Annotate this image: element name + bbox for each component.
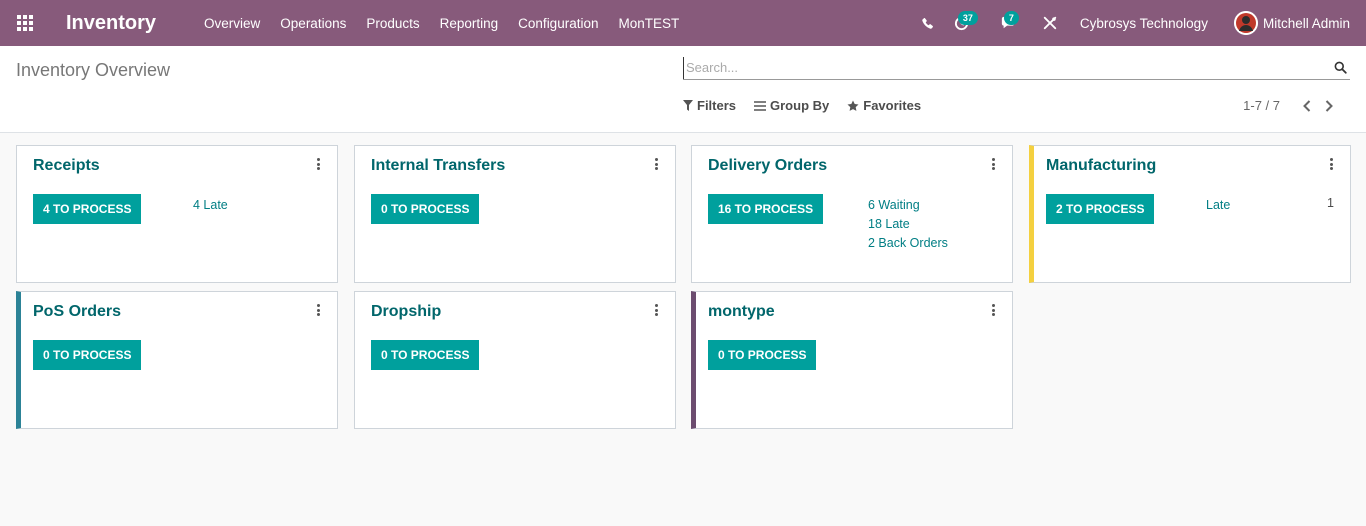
main-menu: Overview Operations Products Reporting C… <box>204 16 699 31</box>
card-stats: 4 Late <box>193 196 228 215</box>
card-stats: Late <box>1206 196 1230 215</box>
card-dropdown-button[interactable] <box>651 157 661 171</box>
card-dropdown-button[interactable] <box>988 303 998 317</box>
dots-vertical-icon <box>654 158 658 161</box>
systray: 37 7 Cybrosys Technology Mitchell Admin <box>910 0 1366 46</box>
filters-label: Filters <box>697 98 737 113</box>
grid-icon <box>17 15 33 31</box>
menu-configuration[interactable]: Configuration <box>518 16 598 31</box>
user-name: Mitchell Admin <box>1262 15 1350 31</box>
kanban-card-montype[interactable]: montype 0 TO PROCESS <box>691 291 1013 429</box>
card-title[interactable]: Manufacturing <box>1046 157 1156 175</box>
top-navbar: Inventory Overview Operations Products R… <box>0 0 1366 46</box>
card-title[interactable]: PoS Orders <box>33 303 121 321</box>
card-dropdown-button[interactable] <box>651 303 661 317</box>
dots-vertical-icon <box>1329 158 1333 161</box>
search-options: Filters Group By Favorites <box>683 98 939 113</box>
card-dropdown-button[interactable] <box>988 157 998 171</box>
menu-reporting[interactable]: Reporting <box>440 16 499 31</box>
kanban-card-delivery-orders[interactable]: Delivery Orders 16 TO PROCESS 6 Waiting … <box>691 145 1013 283</box>
page-title: Inventory Overview <box>16 60 171 80</box>
debug-button[interactable] <box>1038 0 1062 46</box>
kanban-card-dropship[interactable]: Dropship 0 TO PROCESS <box>354 291 676 429</box>
filters-button[interactable]: Filters <box>683 98 736 113</box>
card-title[interactable]: Internal Transfers <box>371 157 505 175</box>
back-orders-link[interactable]: 2 Back Orders <box>868 234 948 253</box>
pager: 1-7 / 7 <box>1243 98 1340 113</box>
chevron-left-icon <box>1303 99 1311 112</box>
menu-montest[interactable]: MonTEST <box>618 16 679 31</box>
app-brand[interactable]: Inventory <box>66 12 156 35</box>
late-link[interactable]: Late <box>1206 196 1230 215</box>
card-title[interactable]: Dropship <box>371 303 441 321</box>
dots-vertical-icon <box>316 304 320 307</box>
user-avatar-icon <box>1233 11 1258 35</box>
dots-vertical-icon <box>991 158 995 161</box>
activity-badge: 37 <box>957 11 978 25</box>
avatar <box>1233 11 1258 35</box>
favorites-button[interactable]: Favorites <box>847 98 921 113</box>
late-link[interactable]: 4 Late <box>193 196 228 215</box>
card-title[interactable]: Receipts <box>33 157 100 175</box>
company-switcher[interactable]: Cybrosys Technology <box>1080 16 1208 31</box>
filter-icon <box>683 100 693 111</box>
card-dropdown-button[interactable] <box>1326 157 1336 171</box>
menu-products[interactable]: Products <box>366 16 419 31</box>
pager-value[interactable]: 1-7 / 7 <box>1243 98 1280 113</box>
tools-icon <box>1043 16 1057 30</box>
group-by-button[interactable]: Group By <box>754 98 829 113</box>
card-stats: 6 Waiting 18 Late 2 Back Orders <box>868 196 948 253</box>
card-dropdown-button[interactable] <box>313 303 323 317</box>
card-title[interactable]: montype <box>708 303 775 321</box>
phone-icon <box>922 17 934 29</box>
card-title[interactable]: Delivery Orders <box>708 157 827 175</box>
favorites-label: Favorites <box>863 98 922 113</box>
phone-button[interactable] <box>910 0 946 46</box>
to-process-button[interactable]: 0 TO PROCESS <box>33 340 142 370</box>
star-icon <box>847 100 859 111</box>
dots-vertical-icon <box>991 304 995 307</box>
user-menu[interactable]: Mitchell Admin <box>1233 11 1350 35</box>
to-process-button[interactable]: 2 TO PROCESS <box>1046 194 1155 224</box>
messages-badge: 7 <box>1003 11 1019 25</box>
group-by-label: Group By <box>770 98 830 113</box>
card-dropdown-button[interactable] <box>313 157 323 171</box>
to-process-button[interactable]: 0 TO PROCESS <box>371 194 480 224</box>
list-icon <box>754 100 767 111</box>
dots-vertical-icon <box>654 304 658 307</box>
to-process-button[interactable]: 4 TO PROCESS <box>33 194 142 224</box>
dots-vertical-icon <box>316 158 320 161</box>
menu-overview[interactable]: Overview <box>204 16 260 31</box>
late-link[interactable]: 18 Late <box>868 215 948 234</box>
menu-operations[interactable]: Operations <box>280 16 346 31</box>
search-icon <box>1334 61 1347 74</box>
kanban-card-internal-transfers[interactable]: Internal Transfers 0 TO PROCESS <box>354 145 676 283</box>
kanban-card-pos-orders[interactable]: PoS Orders 0 TO PROCESS <box>16 291 338 429</box>
search-button[interactable] <box>1330 57 1350 79</box>
control-panel: Inventory Overview Filters Group By Favo… <box>0 46 1366 133</box>
chevron-right-icon <box>1325 99 1333 112</box>
pager-next-button[interactable] <box>1318 99 1340 112</box>
kanban-card-receipts[interactable]: Receipts 4 TO PROCESS 4 Late <box>16 145 338 283</box>
search-bar <box>683 56 1350 80</box>
waiting-link[interactable]: 6 Waiting <box>868 196 948 215</box>
activity-button[interactable]: 37 <box>946 0 992 46</box>
apps-menu-button[interactable] <box>0 0 50 46</box>
late-count: 1 <box>1327 196 1334 210</box>
pager-previous-button[interactable] <box>1296 99 1318 112</box>
to-process-button[interactable]: 0 TO PROCESS <box>708 340 817 370</box>
kanban-card-manufacturing[interactable]: Manufacturing 2 TO PROCESS Late 1 <box>1029 145 1351 283</box>
search-input[interactable] <box>683 56 1330 79</box>
messages-button[interactable]: 7 <box>992 0 1038 46</box>
to-process-button[interactable]: 0 TO PROCESS <box>371 340 480 370</box>
to-process-button[interactable]: 16 TO PROCESS <box>708 194 824 224</box>
